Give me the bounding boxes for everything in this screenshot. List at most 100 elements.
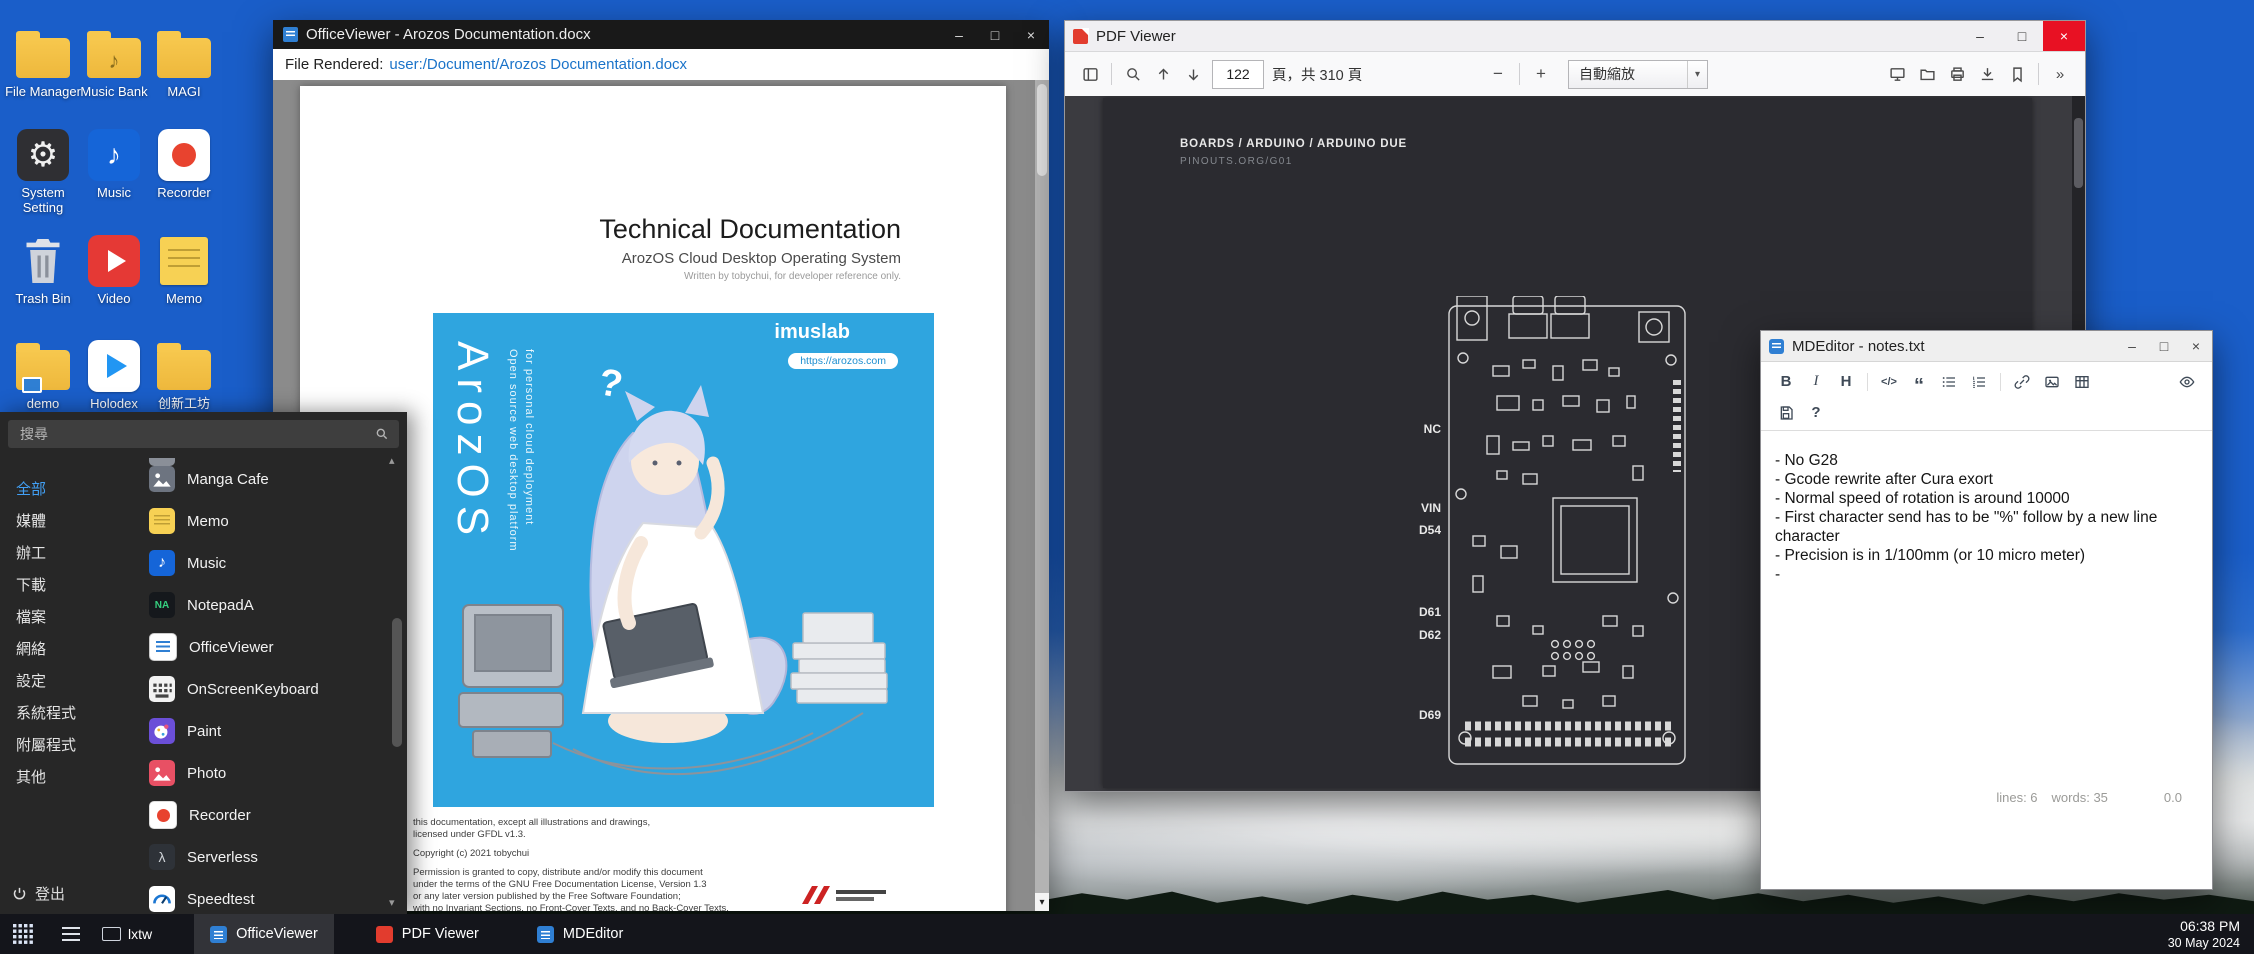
close-button[interactable]: × <box>1013 20 1049 49</box>
category-network[interactable]: 網絡 <box>0 634 137 666</box>
app-item-notepada[interactable]: NA NotepadA <box>137 584 407 626</box>
desktop-icon-magi[interactable]: MAGI <box>141 26 227 100</box>
close-button[interactable]: × <box>2180 331 2212 361</box>
task-pdf-viewer[interactable]: PDF Viewer <box>360 914 495 954</box>
officeviewer-title: OfficeViewer - Arozos Documentation.docx <box>306 26 941 43</box>
pdf-titlebar[interactable]: PDF Viewer – □ × <box>1065 21 2085 52</box>
minimize-button[interactable]: – <box>1959 21 2001 51</box>
category-system[interactable]: 系統程式 <box>0 698 137 730</box>
zoom-select-value: 自動縮放 <box>1579 64 1635 84</box>
start-button[interactable] <box>12 923 34 945</box>
start-menu-search[interactable] <box>8 420 399 448</box>
scroll-up-icon[interactable]: ▴ <box>389 454 395 467</box>
mdeditor-title: MDEditor - notes.txt <box>1792 338 2116 355</box>
category-files[interactable]: 檔案 <box>0 602 137 634</box>
close-button[interactable]: × <box>2043 21 2085 51</box>
markdown-editor-area[interactable]: - No G28 - Gcode rewrite after Cura exor… <box>1761 431 2212 584</box>
recorder-icon <box>149 801 177 829</box>
desktop-icon-recorder[interactable]: Recorder <box>141 127 227 201</box>
app-item-onscreenkeyboard[interactable]: OnScreenKeyboard <box>137 668 407 710</box>
app-item-recorder[interactable]: Recorder <box>137 794 407 836</box>
print-icon[interactable] <box>1942 59 1972 89</box>
app-item-memo[interactable]: Memo <box>137 500 407 542</box>
help-button[interactable]: ? <box>1801 400 1831 426</box>
zoom-out-button[interactable]: − <box>1483 59 1513 89</box>
mdeditor-window: MDEditor - notes.txt – □ × B I H </> “ <box>1760 330 2213 890</box>
code-button[interactable]: </> <box>1874 369 1904 395</box>
app-list-item-partial[interactable] <box>149 458 175 466</box>
zoom-in-button[interactable]: + <box>1526 59 1556 89</box>
search-input[interactable] <box>18 425 375 443</box>
scroll-down-icon[interactable]: ▾ <box>389 896 395 909</box>
app-item-photo[interactable]: Photo <box>137 752 407 794</box>
app-item-serverless[interactable]: λ Serverless <box>137 836 407 878</box>
paint-icon <box>149 718 175 744</box>
category-others[interactable]: 其他 <box>0 762 137 794</box>
category-media[interactable]: 媒體 <box>0 506 137 538</box>
italic-button[interactable]: I <box>1801 369 1831 395</box>
category-download[interactable]: 下載 <box>0 570 137 602</box>
editor-line: - Gcode rewrite after Cura exort <box>1775 470 2198 489</box>
unordered-list-button[interactable] <box>1934 369 1964 395</box>
category-all[interactable]: 全部 <box>0 474 137 506</box>
link-button[interactable] <box>2007 369 2037 395</box>
maximize-button[interactable]: □ <box>977 20 1013 49</box>
previous-page-icon[interactable] <box>1148 59 1178 89</box>
app-item-speedtest[interactable]: Speedtest <box>137 878 407 914</box>
desktop-icon-label: MAGI <box>141 85 227 100</box>
zoom-controls: − + 自動縮放 ▾ <box>1483 52 1708 96</box>
sidebar-toggle-icon[interactable] <box>1075 59 1105 89</box>
toolbar-overflow-icon[interactable]: » <box>2045 59 2075 89</box>
search-icon[interactable] <box>1118 59 1148 89</box>
editor-line: - First character send has to be "%" fol… <box>1775 508 2198 546</box>
bookmark-icon[interactable] <box>2002 59 2032 89</box>
app-item-manga-cafe[interactable]: Manga Cafe <box>137 458 407 500</box>
menu-hamburger-icon[interactable] <box>62 927 80 941</box>
document-title: Technical Documentation <box>599 214 901 245</box>
minimize-button[interactable]: – <box>2116 331 2148 361</box>
app-item-music[interactable]: ♪ Music <box>137 542 407 584</box>
rendered-file-link[interactable]: user:/Document/Arozos Documentation.docx <box>389 56 687 73</box>
page-number-input[interactable] <box>1212 60 1264 89</box>
quote-button[interactable]: “ <box>1904 365 1934 399</box>
document-heading-block: Technical Documentation ArozOS Cloud Des… <box>599 214 901 282</box>
open-file-icon[interactable] <box>1912 59 1942 89</box>
bold-button[interactable]: B <box>1771 369 1801 395</box>
heading-button[interactable]: H <box>1831 369 1861 395</box>
maximize-button[interactable]: □ <box>2148 331 2180 361</box>
taskbar-clock[interactable]: 06:38 PM 30 May 2024 <box>2168 917 2240 951</box>
maximize-button[interactable]: □ <box>2001 21 2043 51</box>
task-mdeditor[interactable]: MDEditor <box>521 914 639 954</box>
mdeditor-titlebar[interactable]: MDEditor - notes.txt – □ × <box>1761 331 2212 362</box>
officeviewer-titlebar[interactable]: OfficeViewer - Arozos Documentation.docx… <box>273 20 1049 49</box>
document-scrollbar[interactable]: ▾ <box>1035 80 1049 911</box>
desktop-icon-label: 创新工坊 <box>141 397 227 412</box>
save-button[interactable] <box>1771 400 1801 426</box>
logout-button[interactable]: 登出 <box>12 883 65 904</box>
app-item-paint[interactable]: Paint <box>137 710 407 752</box>
ordered-list-button[interactable] <box>1964 369 1994 395</box>
desktop-icon-workshop[interactable]: 创新工坊 <box>141 338 227 412</box>
scrollbar-down-arrow[interactable]: ▾ <box>1035 893 1049 911</box>
task-buttons: OfficeViewer PDF Viewer MDEditor <box>194 914 639 954</box>
category-list: 全部 媒體 辦工 下載 檔案 網絡 設定 系統程式 附屬程式 其他 <box>0 458 137 914</box>
presentation-mode-icon[interactable] <box>1882 59 1912 89</box>
desktop-icon-memo[interactable]: Memo <box>141 233 227 307</box>
category-settings[interactable]: 設定 <box>0 666 137 698</box>
minimize-button[interactable]: – <box>941 20 977 49</box>
category-accessories[interactable]: 附屬程式 <box>0 730 137 762</box>
zoom-select[interactable]: 自動縮放 ▾ <box>1568 60 1708 89</box>
next-page-icon[interactable] <box>1178 59 1208 89</box>
trash-icon <box>21 237 65 285</box>
category-office[interactable]: 辦工 <box>0 538 137 570</box>
app-item-officeviewer[interactable]: OfficeViewer <box>137 626 407 668</box>
download-icon[interactable] <box>1972 59 2002 89</box>
table-button[interactable] <box>2067 369 2097 395</box>
app-list-scrollbar-thumb[interactable] <box>392 618 402 747</box>
scrollbar-thumb[interactable] <box>2074 118 2083 188</box>
preview-eye-button[interactable] <box>2172 369 2202 395</box>
image-button[interactable] <box>2037 369 2067 395</box>
scrollbar-thumb[interactable] <box>1037 84 1047 176</box>
taskbar-ime-indicator[interactable]: lxtw <box>102 926 152 942</box>
task-officeviewer[interactable]: OfficeViewer <box>194 914 334 954</box>
